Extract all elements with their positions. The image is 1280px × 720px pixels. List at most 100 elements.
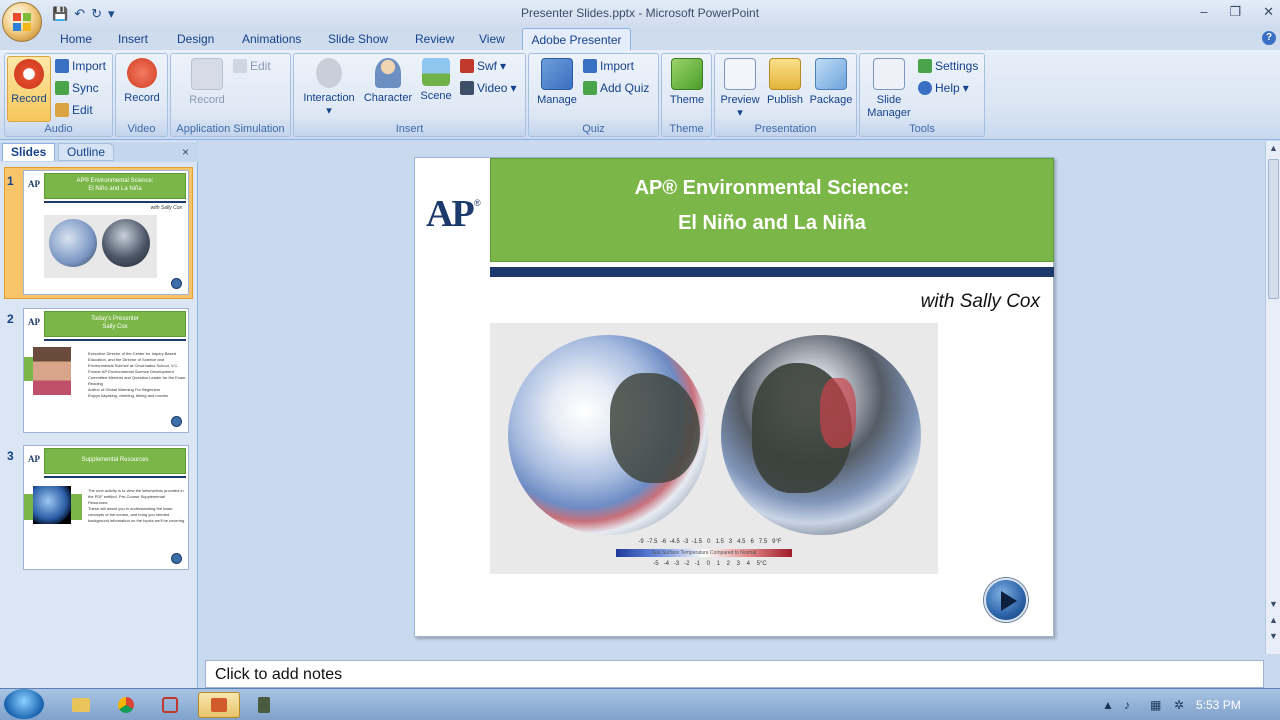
help-icon[interactable]: ? bbox=[1262, 31, 1276, 45]
taskbar-app-tool[interactable] bbox=[246, 692, 282, 718]
add-quiz-button[interactable]: Add Quiz bbox=[583, 79, 649, 97]
appsim-record-button[interactable]: Record bbox=[181, 56, 233, 107]
network-icon[interactable]: ▦ bbox=[1150, 698, 1161, 712]
action-center-icon[interactable]: ✲ bbox=[1174, 698, 1184, 712]
video-insert-button[interactable]: Video ▾ bbox=[460, 79, 517, 97]
slide-thumbnail-1[interactable]: AP® Environmental Science: El Niño and La… bbox=[23, 170, 189, 295]
add-quiz-label: Add Quiz bbox=[600, 81, 650, 95]
theme-button[interactable]: Theme bbox=[664, 56, 710, 107]
tray-show-hidden-icon[interactable]: ▲ bbox=[1102, 698, 1114, 712]
video-record-button[interactable]: Record bbox=[120, 56, 164, 105]
package-button[interactable]: Package bbox=[807, 56, 855, 107]
slide-manager-icon bbox=[873, 58, 905, 90]
office-logo-icon bbox=[13, 13, 31, 31]
scissors-icon bbox=[55, 103, 69, 117]
tab-animations[interactable]: Animations bbox=[242, 32, 301, 46]
thumb-title-line2: Sally Cox bbox=[102, 324, 128, 330]
interaction-button[interactable]: Interaction ▾ bbox=[298, 56, 360, 118]
group-insert: Interaction ▾ Character Scene Swf ▾ Video ▾… bbox=[293, 53, 526, 137]
thumb-ap-logo: AP bbox=[28, 179, 40, 189]
thumb-bullet: The next activity is to view the links/v… bbox=[88, 488, 184, 505]
pane-close-icon[interactable]: × bbox=[182, 145, 189, 159]
quiz-manage-button[interactable]: Manage bbox=[533, 56, 581, 107]
preview-button[interactable]: Preview ▾ bbox=[717, 56, 763, 120]
tab-outline[interactable]: Outline bbox=[58, 143, 115, 161]
next-slide-icon[interactable]: ▼ bbox=[1269, 631, 1278, 641]
slide-subtitle[interactable]: with Sally Cox bbox=[700, 291, 1040, 313]
minimize-button[interactable]: – bbox=[1200, 4, 1207, 20]
audio-record-button[interactable]: Record bbox=[7, 56, 51, 122]
audio-import-button[interactable]: Import bbox=[55, 57, 106, 75]
tab-adobe-presenter[interactable]: Adobe Presenter bbox=[522, 28, 631, 51]
close-button[interactable]: ✕ bbox=[1263, 4, 1274, 20]
vertical-scrollbar[interactable]: ▲ ▼ ▲ ▼ bbox=[1265, 141, 1280, 654]
taskbar-app-red[interactable] bbox=[152, 692, 188, 718]
audio-sync-label: Sync bbox=[72, 81, 99, 95]
group-theme-label: Theme bbox=[669, 123, 704, 135]
slide-manager-button[interactable]: Slide Manager bbox=[864, 56, 914, 120]
help-button[interactable]: Help ▾ bbox=[918, 79, 969, 97]
tab-design[interactable]: Design bbox=[177, 32, 214, 46]
theme-label: Theme bbox=[669, 94, 705, 106]
settings-button[interactable]: Settings bbox=[918, 57, 978, 75]
play-button[interactable] bbox=[984, 578, 1028, 622]
publish-folder-icon bbox=[769, 58, 801, 90]
tab-home[interactable]: Home bbox=[60, 32, 92, 46]
group-tools: Slide Manager Settings Help ▾ Tools bbox=[859, 53, 985, 137]
notes-placeholder[interactable]: Click to add notes bbox=[215, 666, 342, 684]
group-tools-label: Tools bbox=[909, 123, 935, 135]
quiz-import-button[interactable]: Import bbox=[583, 57, 634, 75]
play-icon bbox=[1001, 591, 1017, 611]
taskbar-clock[interactable]: 5:53 PM bbox=[1196, 698, 1241, 712]
character-button[interactable]: Character bbox=[360, 56, 416, 105]
audio-sync-button[interactable]: Sync bbox=[55, 79, 99, 97]
slide-title-line1[interactable]: AP® Environmental Science: bbox=[490, 177, 1054, 200]
thumb-globe-right bbox=[102, 219, 150, 267]
scrollbar-thumb[interactable] bbox=[1268, 159, 1279, 299]
slide-thumbnail-2[interactable]: Today's Presenter Sally Cox AP Executive … bbox=[23, 308, 189, 433]
taskbar-explorer[interactable] bbox=[62, 692, 98, 718]
add-icon bbox=[583, 81, 597, 95]
scroll-up-icon[interactable]: ▲ bbox=[1269, 143, 1278, 153]
tab-insert[interactable]: Insert bbox=[118, 32, 148, 46]
volume-icon[interactable]: ♪ bbox=[1124, 698, 1130, 712]
tab-slide-show[interactable]: Slide Show bbox=[328, 32, 388, 46]
thumb-title: Today's Presenter Sally Cox bbox=[44, 315, 186, 331]
legend-fahrenheit: -9 -7.5 -6 -4.5 -3 -1.5 0 1.5 3 4.5 6 7.… bbox=[638, 539, 782, 545]
audio-edit-button[interactable]: Edit bbox=[55, 101, 93, 119]
thumb-ap-logo: AP bbox=[28, 454, 40, 464]
thumb-earth-image bbox=[33, 486, 71, 524]
office-button[interactable] bbox=[2, 2, 42, 42]
group-audio-label: Audio bbox=[44, 123, 73, 135]
tab-review[interactable]: Review bbox=[415, 32, 454, 46]
swf-button[interactable]: Swf ▾ bbox=[460, 57, 506, 75]
sea-temperature-image[interactable]: -9 -7.5 -6 -4.5 -3 -1.5 0 1.5 3 4.5 6 7.… bbox=[490, 323, 938, 574]
audio-edit-label: Edit bbox=[72, 103, 93, 117]
start-button[interactable] bbox=[4, 689, 44, 719]
previous-slide-icon[interactable]: ▲ bbox=[1269, 615, 1278, 625]
tab-view[interactable]: View bbox=[479, 32, 505, 46]
taskbar-powerpoint[interactable] bbox=[198, 692, 240, 718]
slide-thumbnail-3[interactable]: Supplemental Resources AP The next activ… bbox=[23, 445, 189, 570]
help-label: Help bbox=[935, 81, 960, 95]
slide-title-line2[interactable]: El Niño and La Niña bbox=[490, 212, 1054, 235]
thumb-presenter-photo bbox=[33, 347, 71, 395]
notes-pane[interactable] bbox=[205, 660, 1264, 688]
tab-slides[interactable]: Slides bbox=[2, 143, 56, 161]
publish-button[interactable]: Publish bbox=[763, 56, 807, 107]
preview-icon bbox=[724, 58, 756, 90]
taskbar-chrome[interactable] bbox=[108, 692, 144, 718]
person-icon bbox=[375, 58, 401, 88]
scene-button[interactable]: Scene bbox=[416, 56, 456, 103]
globe-atlantic-warm-anomaly bbox=[820, 378, 856, 448]
appsim-edit-button[interactable]: Edit bbox=[233, 57, 271, 75]
taskbar bbox=[0, 688, 1280, 720]
presenter-app-icon bbox=[162, 697, 178, 713]
group-appsim-label: Application Simulation bbox=[176, 123, 285, 135]
thumbnail-number: 3 bbox=[7, 449, 14, 463]
preview-label: Preview bbox=[720, 94, 760, 106]
thumb-divider bbox=[44, 339, 186, 341]
restore-button[interactable]: ❐ bbox=[1229, 4, 1241, 20]
thumb-play-icon bbox=[171, 416, 182, 427]
scroll-down-icon[interactable]: ▼ bbox=[1269, 599, 1278, 609]
